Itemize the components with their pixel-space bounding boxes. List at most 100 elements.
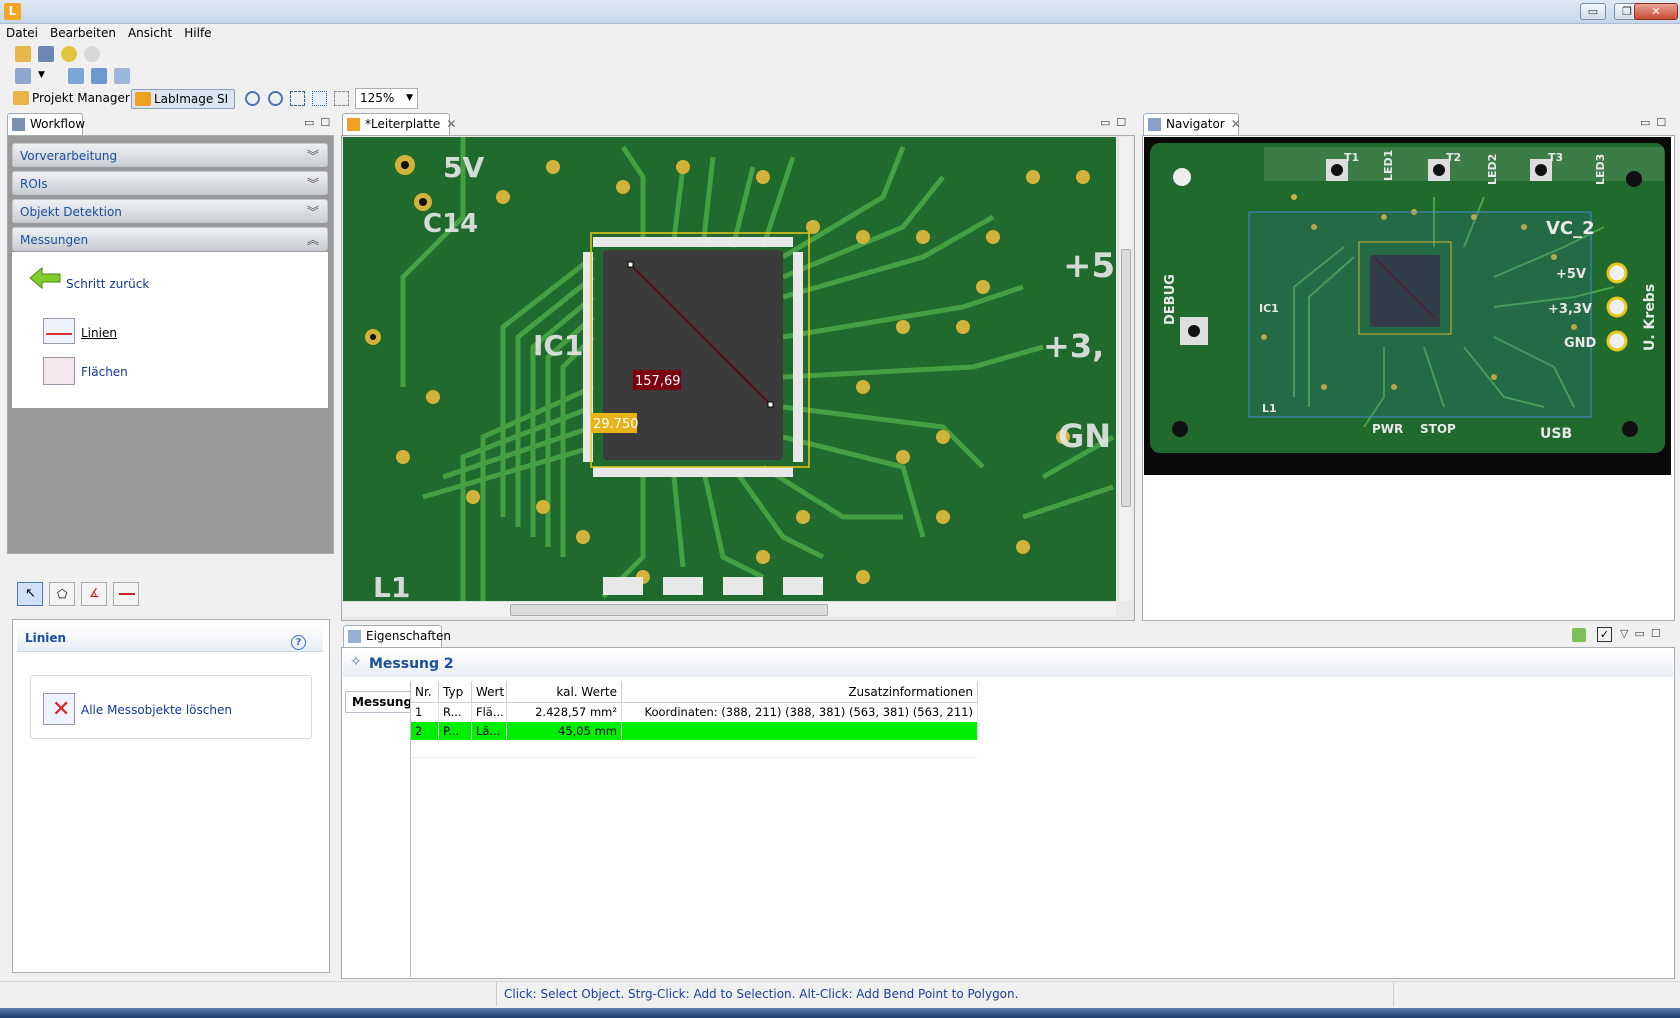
- tab-navigator[interactable]: Navigator ✕: [1143, 113, 1241, 135]
- section-label: Vorverarbeitung: [20, 149, 118, 163]
- undo-icon[interactable]: [61, 46, 77, 62]
- restore-icon: ❐: [1622, 5, 1632, 18]
- nav-label-l1: L1: [1262, 402, 1277, 415]
- vertical-scrollbar[interactable]: [1118, 137, 1132, 601]
- pin-icon[interactable]: [1572, 628, 1586, 642]
- close-button[interactable]: ✕: [1634, 3, 1678, 20]
- perspective-label: LabImage SI: [154, 92, 229, 106]
- zoom-selection-icon[interactable]: [312, 91, 327, 106]
- menu-hilfe[interactable]: Hilfe: [178, 24, 217, 43]
- section-objekt-detektion[interactable]: Objekt Detektion ︾: [12, 199, 328, 223]
- side-tab-messung[interactable]: Messung: [345, 691, 412, 713]
- tab-label: Navigator: [1166, 117, 1225, 131]
- image-icon: [347, 118, 360, 131]
- area-overlay-label: 29.750: [593, 417, 639, 432]
- taskbar: [0, 1008, 1680, 1018]
- horizontal-scroll-thumb[interactable]: [510, 604, 828, 616]
- layout-icon[interactable]: [15, 68, 31, 84]
- workflow-minmax[interactable]: ▭☐: [304, 116, 336, 129]
- zoom-original-icon[interactable]: [334, 91, 349, 106]
- linien-panel: [12, 619, 330, 973]
- table-row-empty: [411, 740, 978, 758]
- angle-icon: ∡: [89, 586, 100, 600]
- col-nr[interactable]: Nr.: [411, 681, 439, 703]
- col-zusatzinformationen[interactable]: Zusatzinformationen: [622, 681, 978, 703]
- nav-label-gnd: GND: [1564, 336, 1597, 351]
- polygon-tool-button[interactable]: ⬠: [49, 582, 75, 606]
- help-icon[interactable]: ?: [291, 635, 306, 650]
- chevron-up-icon: ︽: [306, 233, 319, 247]
- properties-menu-minmax[interactable]: ▽▭☐: [1620, 627, 1667, 640]
- vertical-scroll-thumb[interactable]: [1121, 249, 1131, 507]
- close-tab-icon[interactable]: ✕: [1231, 114, 1241, 135]
- col-kal-werte[interactable]: kal. Werte: [507, 681, 622, 703]
- nav-label-led3: LED3: [1594, 154, 1607, 185]
- delete-all-link[interactable]: Alle Messobjekte löschen: [81, 703, 232, 717]
- tab-workflow[interactable]: Workflow: [7, 113, 86, 135]
- zoom-fit-icon[interactable]: [290, 91, 305, 106]
- nav-label-led2: LED2: [1486, 154, 1499, 185]
- cell-nr: 2: [411, 722, 439, 740]
- navigator-preview[interactable]: T1 LED1 T2 LED2 T3 LED3 VC_2 +5V +3,3V G…: [1144, 137, 1671, 475]
- linien-icon[interactable]: [43, 318, 75, 344]
- close-tab-icon[interactable]: ✕: [446, 114, 456, 135]
- section-rois[interactable]: ROIs ︾: [12, 171, 328, 195]
- delete-icon[interactable]: ✕: [43, 693, 75, 725]
- section-label: Messungen: [20, 233, 89, 247]
- nav-label-debug: DEBUG: [1163, 274, 1178, 325]
- cell-info: Koordinaten: (388, 211) (388, 381) (563,…: [622, 703, 978, 721]
- col-typ[interactable]: Typ: [439, 681, 472, 703]
- flaechen-icon[interactable]: [43, 357, 75, 385]
- tab-eigenschaften[interactable]: Eigenschaften: [343, 625, 451, 647]
- editor-minmax[interactable]: ▭☐: [1100, 116, 1132, 129]
- zoom-in-icon[interactable]: [245, 91, 260, 106]
- horizontal-scrollbar[interactable]: [343, 601, 1116, 617]
- checkbox-icon[interactable]: ✓: [1597, 627, 1612, 642]
- workflow-icon: [12, 118, 25, 131]
- cell-wert: Flä...: [472, 703, 507, 721]
- section-vorverarbeitung[interactable]: Vorverarbeitung ︾: [12, 143, 328, 167]
- table-row[interactable]: 1 R... Flä... 2.428,57 mm² Koordinaten: …: [411, 703, 978, 721]
- section-messungen[interactable]: Messungen ︽: [12, 227, 328, 251]
- redo-icon[interactable]: [84, 46, 100, 62]
- flaechen-link[interactable]: Flächen: [81, 365, 128, 379]
- pcb-image[interactable]: 5V C14 IC1 +5 +3, GN L1 157,69 29.750: [343, 137, 1116, 601]
- save-icon[interactable]: [38, 46, 54, 62]
- navigator-icon: [1148, 118, 1161, 131]
- nav-label-pwr: PWR: [1372, 422, 1403, 436]
- labimage-icon: [135, 92, 151, 106]
- cell-nr: 1: [411, 703, 439, 721]
- menu-datei[interactable]: Datei: [0, 24, 44, 43]
- menu-ansicht[interactable]: Ansicht: [122, 24, 178, 43]
- tab-leiterplatte[interactable]: *Leiterplatte ✕: [342, 113, 456, 135]
- perspective-labimage[interactable]: LabImage SI: [131, 89, 236, 109]
- schritt-zurueck-link[interactable]: Schritt zurück: [66, 277, 149, 291]
- zoom-select[interactable]: 125% ▼: [355, 88, 418, 109]
- nav-label-ic1: IC1: [1259, 302, 1279, 315]
- angle-tool-button[interactable]: ∡: [81, 582, 107, 606]
- measurement-table: Nr. Typ Wert kal. Werte Zusatzinformatio…: [410, 681, 1673, 977]
- col-wert[interactable]: Wert: [472, 681, 507, 703]
- line-tool-button[interactable]: [113, 582, 139, 606]
- tab-label: Workflow: [30, 117, 86, 131]
- properties-icon: [348, 630, 361, 643]
- paste-document-icon[interactable]: [114, 68, 130, 84]
- zoom-out-icon[interactable]: [268, 91, 283, 106]
- navigator-minmax[interactable]: ▭☐: [1640, 116, 1672, 129]
- new-document-icon[interactable]: [68, 68, 84, 84]
- perspective-projekt-manager[interactable]: Projekt Manager: [10, 89, 130, 109]
- layout-dropdown-icon[interactable]: ▼: [38, 70, 45, 80]
- minimize-button[interactable]: ▭: [1580, 3, 1606, 20]
- nav-label-usb: USB: [1540, 426, 1572, 442]
- chevron-down-icon: ▼: [406, 93, 413, 103]
- chevron-down-icon: ︾: [306, 205, 319, 219]
- menu-bearbeiten[interactable]: Bearbeiten: [44, 24, 122, 43]
- linien-link[interactable]: Linien: [81, 326, 117, 340]
- select-tool-button[interactable]: ↖: [17, 582, 43, 606]
- status-message: Click: Select Object. Strg-Click: Add to…: [504, 987, 1019, 1001]
- back-arrow-icon[interactable]: [28, 266, 62, 290]
- copy-document-icon[interactable]: [91, 68, 107, 84]
- open-folder-icon[interactable]: [15, 46, 31, 62]
- table-row-selected[interactable]: 2 P... Lä... 45,05 mm: [411, 722, 978, 740]
- properties-heading: Messung 2: [369, 656, 454, 672]
